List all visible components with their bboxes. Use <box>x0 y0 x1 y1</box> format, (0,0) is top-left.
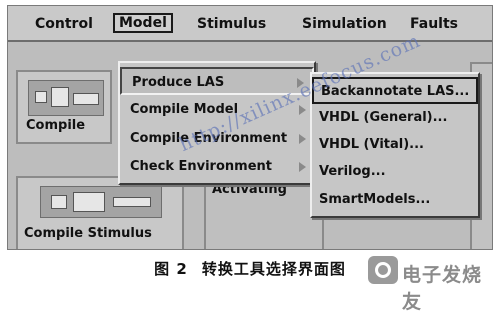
submenu-item-label: Backannotate LAS... <box>321 84 470 99</box>
compile-stimulus-label: Compile Stimulus <box>24 226 152 241</box>
compile-stimulus-panel: Compile Stimulus <box>16 176 184 249</box>
submenu-arrow-icon <box>299 162 306 172</box>
produce-las-submenu: Backannotate LAS... VHDL (General)... VH… <box>310 72 480 218</box>
submenu-arrow-icon <box>299 105 306 115</box>
compile-model-icon[interactable] <box>28 80 104 116</box>
submenu-item-label: Verilog... <box>319 164 386 179</box>
compile-panel-label: Compile <box>26 118 86 133</box>
menu-model[interactable]: Model <box>113 13 173 33</box>
menu-item-label: Produce LAS <box>132 75 225 90</box>
submenu-item-verilog[interactable]: Verilog... <box>312 159 478 186</box>
menu-stimulus[interactable]: Stimulus <box>192 15 271 33</box>
figure-caption: 图 2 转换工具选择界面图 <box>0 258 500 279</box>
submenu-item-smartmodels[interactable]: SmartModels... <box>312 187 478 214</box>
screenshot-frame: Control Model Stimulus Simulation Faults… <box>7 5 493 250</box>
compile-model-panel: Compile <box>16 70 112 144</box>
figure-title: 转换工具选择界面图 <box>201 260 346 278</box>
menu-bar: Control Model Stimulus Simulation Faults <box>8 6 492 42</box>
submenu-arrow-icon <box>299 134 306 144</box>
activating-panel: Activating <box>204 176 324 249</box>
submenu-item-vhdl-general[interactable]: VHDL (General)... <box>312 105 478 132</box>
menu-control[interactable]: Control <box>30 15 98 33</box>
submenu-item-label: SmartModels... <box>319 192 431 207</box>
submenu-item-label: VHDL (General)... <box>319 110 448 125</box>
compile-stimulus-icon[interactable] <box>40 186 162 218</box>
menu-simulation[interactable]: Simulation <box>297 15 392 33</box>
submenu-item-label: VHDL (Vital)... <box>319 137 424 152</box>
menu-item-label: Check Environment <box>130 159 272 174</box>
menu-item-check-environment[interactable]: Check Environment <box>120 153 314 181</box>
figure-number: 图 2 <box>154 260 188 278</box>
submenu-item-vhdl-vital[interactable]: VHDL (Vital)... <box>312 132 478 159</box>
